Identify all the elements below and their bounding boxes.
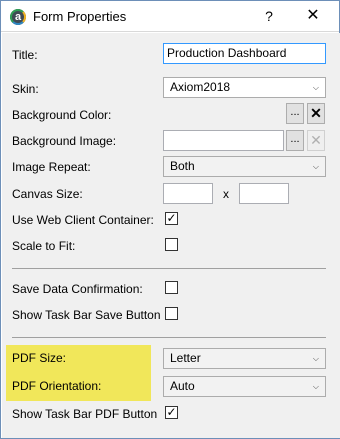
- canvas-width-input[interactable]: [163, 183, 213, 204]
- background-color-clear-button[interactable]: ✕: [307, 103, 325, 124]
- background-image-browse-button[interactable]: ...: [286, 130, 304, 151]
- canvas-size-label: Canvas Size:: [12, 187, 83, 201]
- chevron-down-icon: ⌵: [312, 162, 319, 171]
- taskbar-pdf-label: Show Task Bar PDF Button: [12, 407, 158, 421]
- pdf-size-label: PDF Size:: [12, 351, 67, 365]
- canvas-height-input[interactable]: [239, 183, 289, 204]
- skin-label: Skin:: [12, 82, 39, 96]
- taskbar-pdf-checkbox[interactable]: ✓: [165, 406, 178, 419]
- properties-panel: Title: Production Dashboard Skin: Axiom2…: [2, 33, 340, 438]
- save-confirmation-checkbox[interactable]: [165, 281, 178, 294]
- scale-to-fit-checkbox[interactable]: [165, 238, 178, 251]
- app-logo-icon: a: [10, 9, 26, 25]
- background-color-swatch[interactable]: [163, 103, 284, 124]
- background-image-input[interactable]: [163, 130, 284, 151]
- background-image-clear-button[interactable]: ✕: [307, 130, 325, 151]
- taskbar-save-checkbox[interactable]: [165, 307, 178, 320]
- checkmark-icon: ✓: [166, 211, 177, 225]
- image-repeat-label: Image Repeat:: [12, 160, 91, 174]
- image-repeat-value: Both: [170, 159, 195, 173]
- checkmark-icon: ✓: [166, 405, 177, 419]
- web-client-container-label: Use Web Client Container:: [12, 213, 154, 227]
- background-color-label: Background Color:: [12, 108, 112, 122]
- scale-to-fit-label: Scale to Fit:: [12, 239, 76, 253]
- section-divider: [12, 337, 326, 338]
- section-divider: [12, 268, 326, 269]
- canvas-size-separator: x: [223, 187, 229, 201]
- title-input[interactable]: Production Dashboard: [163, 43, 326, 64]
- pdf-size-value: Letter: [170, 351, 201, 365]
- title-label: Title:: [12, 48, 38, 62]
- background-image-label: Background Image:: [12, 134, 117, 148]
- pdf-orientation-label: PDF Orientation:: [12, 379, 102, 393]
- chevron-down-icon: ⌵: [312, 83, 319, 92]
- save-confirmation-label: Save Data Confirmation:: [12, 282, 143, 296]
- title-bar: a Form Properties ? ✕: [1, 1, 339, 32]
- pdf-orientation-dropdown[interactable]: Auto ⌵: [163, 376, 326, 397]
- form-properties-dialog: a Form Properties ? ✕ Title: Production …: [0, 0, 340, 439]
- pdf-size-dropdown[interactable]: Letter ⌵: [163, 348, 326, 369]
- help-button[interactable]: ?: [257, 4, 281, 28]
- window-title: Form Properties: [33, 9, 127, 24]
- pdf-orientation-value: Auto: [170, 379, 195, 393]
- taskbar-save-label: Show Task Bar Save Button: [12, 308, 161, 322]
- skin-value: Axiom2018: [170, 80, 231, 94]
- image-repeat-dropdown[interactable]: Both ⌵: [163, 156, 326, 177]
- web-client-container-checkbox[interactable]: ✓: [165, 212, 178, 225]
- background-color-browse-button[interactable]: ...: [286, 103, 304, 124]
- close-button[interactable]: ✕: [301, 4, 325, 28]
- skin-dropdown[interactable]: Axiom2018 ⌵: [163, 77, 326, 98]
- chevron-down-icon: ⌵: [312, 382, 319, 391]
- chevron-down-icon: ⌵: [312, 354, 319, 363]
